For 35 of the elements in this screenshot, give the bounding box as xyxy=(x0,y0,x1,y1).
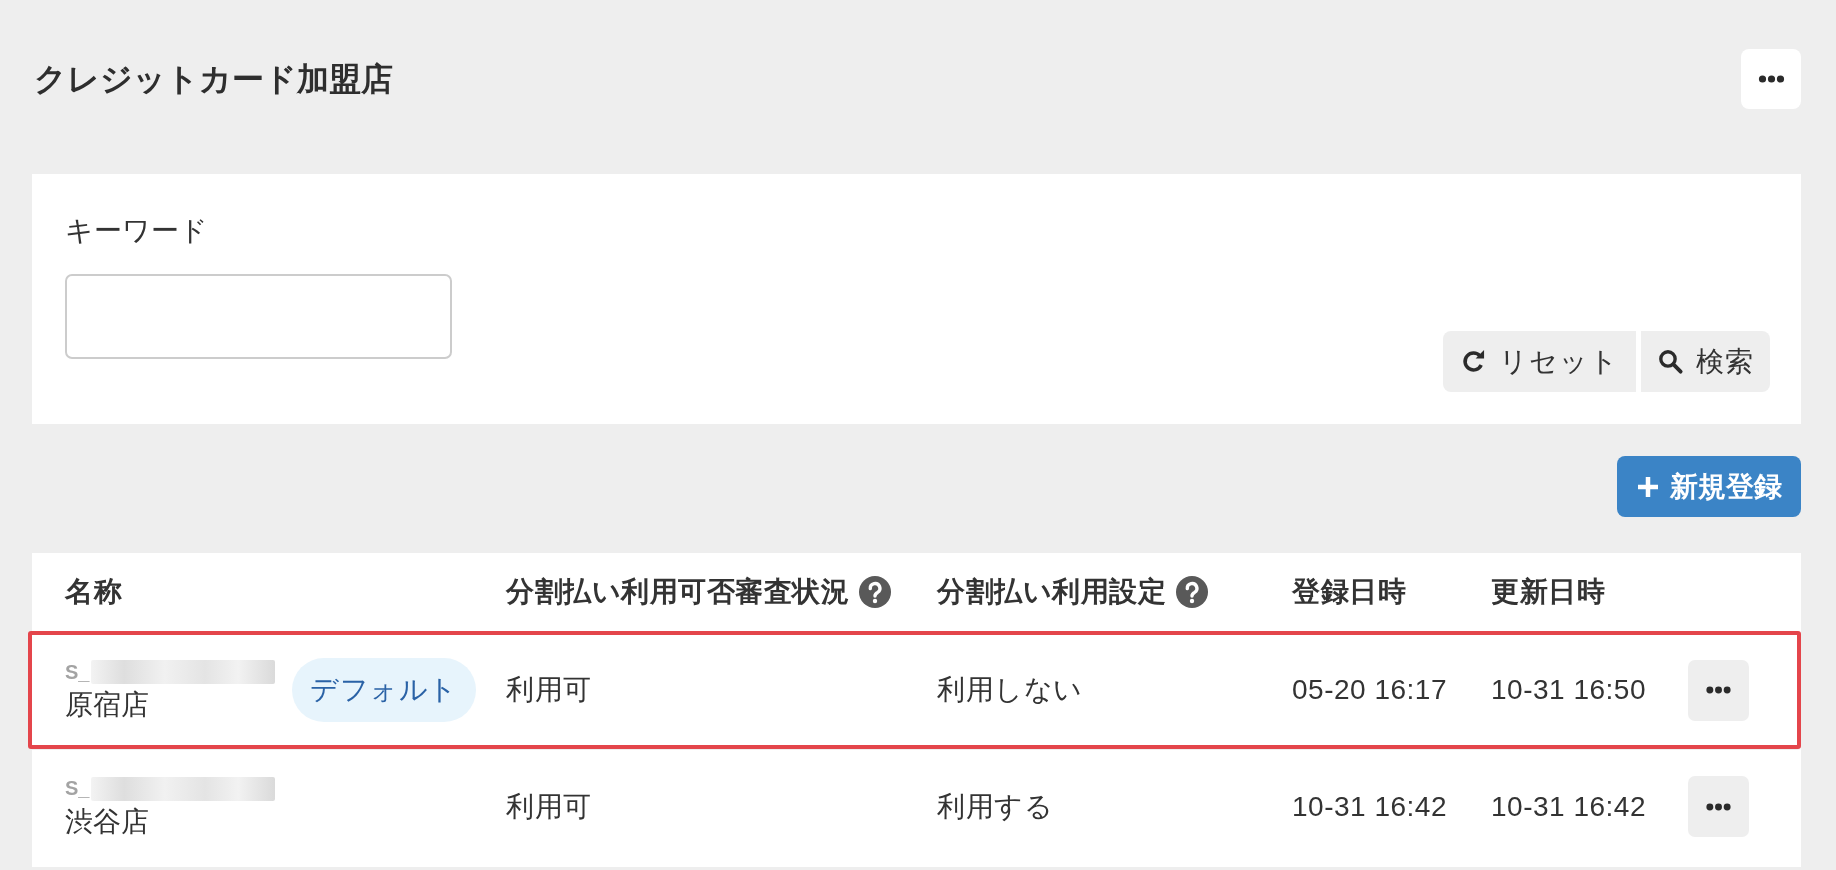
row-more-button[interactable] xyxy=(1688,659,1749,721)
search-button[interactable]: 検索 xyxy=(1641,331,1770,392)
help-icon[interactable] xyxy=(1176,576,1208,608)
registered-datetime: 10-31 16:42 xyxy=(1292,790,1447,823)
keyword-field[interactable] xyxy=(65,274,452,359)
updated-datetime: 10-31 16:50 xyxy=(1491,674,1646,706)
search-icon xyxy=(1657,348,1684,375)
column-header: 更新日時 xyxy=(1491,575,1605,609)
ellipsis-icon xyxy=(1706,686,1731,694)
store-name: 渋谷店 xyxy=(65,804,149,839)
review-status-text: 利用可 xyxy=(506,789,592,824)
reset-button[interactable]: リセット xyxy=(1443,331,1636,392)
ellipsis-icon xyxy=(1757,75,1785,83)
ellipsis-icon xyxy=(1706,802,1731,811)
column-header: 分割払い利用設定 xyxy=(937,575,1166,609)
registered-datetime: 05-20 16:17 xyxy=(1292,674,1447,706)
default-badge: デフォルト xyxy=(292,658,476,722)
field-label: キーワード xyxy=(65,214,208,248)
page-title: クレジットカード加盟店 xyxy=(33,60,393,99)
row-more-button[interactable] xyxy=(1688,776,1749,837)
store-code: S_ xyxy=(65,777,90,800)
help-icon[interactable] xyxy=(859,576,891,608)
new-registration-button[interactable]: 新規登録 xyxy=(1617,456,1801,517)
column-header: 分割払い利用可否審査状況 xyxy=(506,575,849,609)
plus-icon xyxy=(1636,474,1660,499)
column-header: 登録日時 xyxy=(1292,575,1406,609)
more-button[interactable] xyxy=(1741,49,1801,109)
review-status-text: 利用可 xyxy=(506,673,592,707)
store-name: 原宿店 xyxy=(65,688,149,722)
installment-setting-text: 利用しない xyxy=(937,673,1083,707)
rotate-arrow-icon xyxy=(1460,348,1487,375)
store-code: S_ xyxy=(65,660,90,684)
installment-setting-text: 利用する xyxy=(937,789,1053,824)
updated-datetime: 10-31 16:42 xyxy=(1491,790,1646,823)
column-header: 名称 xyxy=(65,575,122,609)
